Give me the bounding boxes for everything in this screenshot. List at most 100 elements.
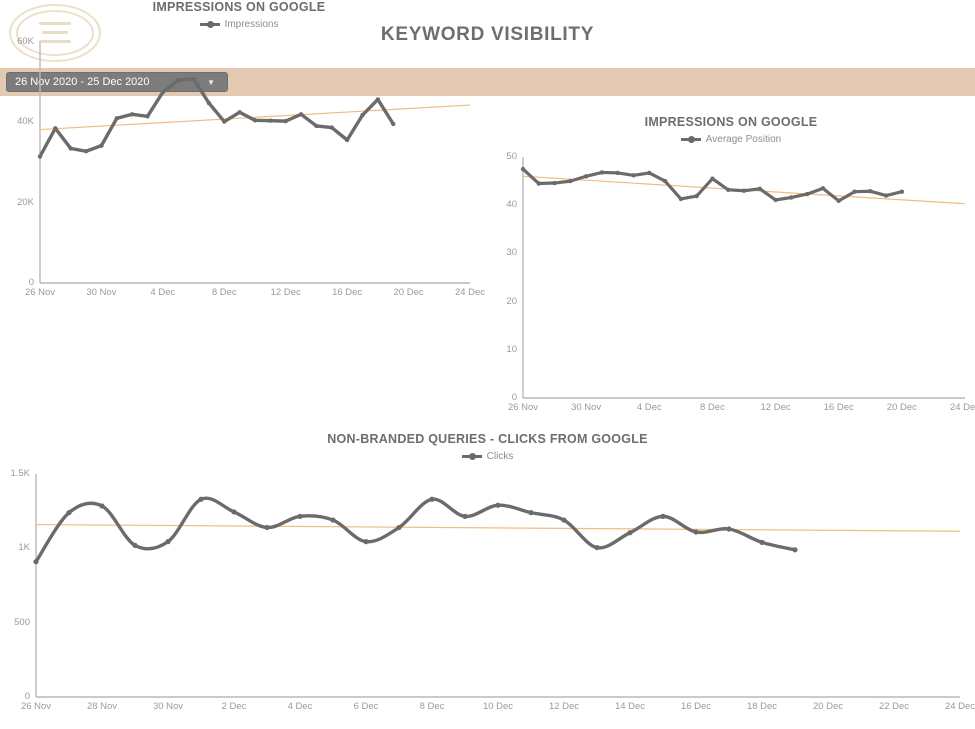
chart-impressions[interactable]: IMPRESSIONS ON GOOGLE Impressions 0 20K 40… [0, 0, 485, 300]
data-point[interactable] [627, 530, 633, 536]
x-axis-tick: 12 Dec [548, 701, 580, 712]
data-point[interactable] [594, 544, 600, 551]
data-point[interactable] [528, 510, 534, 516]
y-axis-tick: 40 [506, 199, 517, 211]
data-point[interactable] [396, 524, 402, 531]
data-point[interactable] [363, 539, 369, 545]
data-point[interactable] [391, 121, 396, 127]
data-point[interactable] [176, 77, 181, 83]
data-point[interactable] [160, 90, 166, 95]
data-point[interactable] [615, 170, 620, 176]
data-point[interactable] [568, 178, 573, 184]
data-point[interactable] [264, 524, 270, 531]
x-axis-tick: 6 Dec [353, 701, 379, 712]
data-point[interactable] [314, 123, 319, 129]
data-point[interactable] [329, 125, 334, 130]
data-point[interactable] [759, 539, 765, 545]
plot-area [37, 42, 471, 284]
x-axis-tick: 30 Nov [571, 402, 602, 413]
data-point[interactable] [297, 513, 303, 519]
chart-non-branded-clicks[interactable]: NON-BRANDED QUERIES - CLICKS FROM GOOGLE… [0, 432, 975, 729]
data-point[interactable] [114, 116, 119, 121]
x-axis-tick: 20 Dec [393, 287, 424, 298]
data-point[interactable] [678, 196, 684, 202]
x-axis-tick: 4 Dec [150, 287, 176, 298]
data-point[interactable] [520, 166, 526, 172]
data-point[interactable] [710, 176, 715, 181]
data-point[interactable] [804, 191, 810, 197]
data-point[interactable] [237, 110, 242, 115]
data-point[interactable] [599, 170, 605, 175]
data-point[interactable] [99, 143, 104, 148]
x-axis-tick: 2 Dec [221, 701, 247, 712]
data-point[interactable] [561, 517, 567, 523]
x-axis-tick: 22 Dec [878, 701, 910, 712]
data-point[interactable] [429, 496, 435, 502]
data-point[interactable] [83, 149, 89, 154]
data-point[interactable] [268, 118, 273, 123]
data-point[interactable] [883, 193, 889, 198]
y-axis-tick: 50 [506, 151, 517, 162]
data-point[interactable] [694, 193, 699, 199]
x-axis-tick: 12 Dec [270, 287, 301, 298]
data-point[interactable] [899, 189, 905, 194]
data-point[interactable] [283, 118, 288, 124]
data-point[interactable] [129, 112, 135, 117]
data-point[interactable] [536, 181, 541, 186]
data-point[interactable] [552, 180, 557, 186]
y-axis-tick: 60K [17, 36, 34, 47]
x-axis-tick: 24 Dec [944, 701, 975, 712]
data-point[interactable] [726, 187, 731, 192]
data-point[interactable] [222, 119, 227, 124]
x-axis-tick: 8 Dec [419, 701, 445, 712]
data-point[interactable] [330, 517, 336, 523]
data-point[interactable] [33, 559, 39, 565]
data-point[interactable] [252, 118, 258, 123]
data-point[interactable] [191, 76, 196, 82]
data-point[interactable] [495, 502, 501, 508]
data-point[interactable] [298, 112, 304, 117]
data-point[interactable] [344, 137, 350, 143]
data-point[interactable] [231, 509, 237, 515]
x-axis-tick: 8 Dec [211, 287, 237, 298]
data-point[interactable] [852, 189, 857, 194]
data-point[interactable] [631, 173, 636, 178]
data-point[interactable] [145, 114, 150, 119]
data-point[interactable] [693, 529, 699, 535]
data-point[interactable] [868, 189, 873, 194]
data-point[interactable] [53, 126, 58, 131]
data-point[interactable] [66, 510, 72, 516]
data-point[interactable] [773, 197, 778, 203]
data-point[interactable] [68, 146, 73, 151]
data-point[interactable] [462, 513, 468, 519]
data-point[interactable] [741, 188, 747, 193]
data-point[interactable] [99, 503, 105, 509]
x-axis-tick: 4 Dec [636, 402, 662, 413]
data-point[interactable] [789, 195, 794, 200]
data-point[interactable] [375, 97, 381, 102]
chart-average-position[interactable]: IMPRESSIONS ON GOOGLE Average Position 0… [487, 115, 975, 415]
data-point[interactable] [583, 174, 589, 179]
data-point[interactable] [206, 100, 212, 106]
x-axis-tick: 4 Dec [287, 701, 313, 712]
data-point[interactable] [836, 198, 841, 204]
data-line [521, 167, 904, 203]
x-axis-tick: 8 Dec [700, 402, 725, 413]
data-point[interactable] [360, 112, 365, 118]
data-point[interactable] [198, 496, 204, 502]
data-point[interactable] [662, 178, 668, 184]
x-axis-tick: 16 Dec [332, 287, 363, 298]
y-axis-tick: 1.5K [10, 468, 30, 479]
data-point[interactable] [37, 154, 43, 159]
y-axis-tick: 500 [14, 616, 30, 628]
data-point[interactable] [165, 539, 171, 545]
data-point[interactable] [660, 513, 666, 519]
data-point[interactable] [647, 170, 652, 176]
data-point[interactable] [726, 526, 732, 532]
data-point[interactable] [757, 186, 762, 192]
data-point[interactable] [792, 547, 798, 553]
data-point[interactable] [820, 186, 826, 191]
x-axis-tick: 24 Dec [949, 402, 975, 413]
plot-area [520, 157, 966, 399]
data-point[interactable] [132, 542, 138, 548]
